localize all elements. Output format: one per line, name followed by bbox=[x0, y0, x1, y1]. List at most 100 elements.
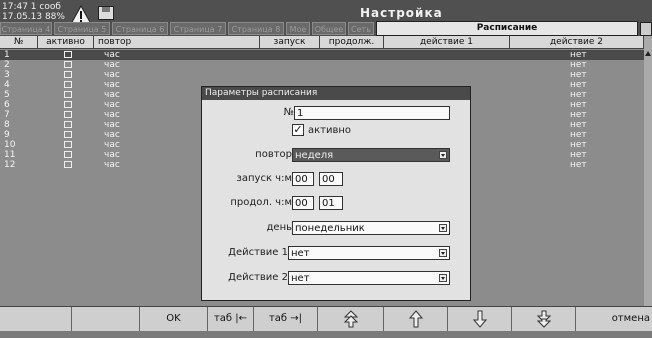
row-active-checkbox[interactable] bbox=[64, 91, 72, 98]
tab-scroll-button[interactable] bbox=[640, 22, 652, 36]
number-field[interactable]: 1 bbox=[294, 106, 450, 120]
row-action2: нет bbox=[570, 50, 587, 60]
row-number: 9 bbox=[4, 130, 10, 140]
tab-page-8[interactable]: Страница 8 bbox=[228, 22, 284, 35]
chevron-down-icon[interactable] bbox=[439, 224, 447, 232]
empty-button-2[interactable] bbox=[72, 307, 140, 331]
row-active-checkbox[interactable] bbox=[64, 51, 72, 58]
row-repeat: час bbox=[104, 120, 120, 130]
action1-label: Действие 1 bbox=[228, 247, 288, 258]
action1-value: нет bbox=[291, 248, 310, 259]
bottom-toolbar: OK таб |← таб →| отмена bbox=[0, 306, 652, 331]
row-active-checkbox[interactable] bbox=[64, 81, 72, 88]
arrow-up-button[interactable] bbox=[384, 307, 448, 331]
start-hours-field[interactable]: 00 bbox=[292, 172, 314, 186]
row-repeat: час bbox=[104, 80, 120, 90]
chevron-down-icon[interactable] bbox=[439, 151, 447, 159]
day-value: понедельник bbox=[295, 223, 365, 234]
double-arrow-down-button[interactable] bbox=[512, 307, 576, 331]
double-arrow-up-button[interactable] bbox=[318, 307, 384, 331]
chevron-down-icon[interactable] bbox=[439, 249, 447, 257]
status-info: 17:47 1 сооб 17.05.13 88% bbox=[2, 2, 65, 22]
row-number: 5 bbox=[4, 90, 10, 100]
row-active-checkbox[interactable] bbox=[64, 161, 72, 168]
tab-my[interactable]: Мое bbox=[286, 22, 310, 35]
number-label: № bbox=[283, 107, 294, 118]
row-number: 10 bbox=[4, 140, 16, 150]
row-repeat: час bbox=[104, 70, 120, 80]
row-action2: нет bbox=[570, 100, 587, 110]
row-action2: нет bbox=[570, 130, 587, 140]
row-action2: нет bbox=[570, 80, 587, 90]
empty-button-1[interactable] bbox=[0, 307, 72, 331]
row-action2: нет bbox=[570, 140, 587, 150]
repeat-select[interactable]: неделя bbox=[292, 148, 450, 162]
tab-page-7[interactable]: Страница 7 bbox=[170, 22, 226, 35]
arrow-down-icon bbox=[472, 310, 487, 328]
duration-minutes-field[interactable]: 01 bbox=[319, 196, 343, 210]
tab-bar: Страница 4 Страница 5 Страница 6 Страниц… bbox=[0, 21, 652, 36]
duration-hours-field[interactable]: 00 bbox=[292, 196, 314, 210]
start-minutes-field[interactable]: 00 bbox=[319, 172, 343, 186]
action2-select[interactable]: нет bbox=[288, 271, 450, 285]
row-action2: нет bbox=[570, 70, 587, 80]
arrow-down-button[interactable] bbox=[448, 307, 512, 331]
active-checkbox[interactable]: ✓ bbox=[292, 124, 304, 136]
cancel-button[interactable]: отмена bbox=[576, 307, 652, 331]
table-row[interactable]: 1 час нет bbox=[0, 50, 644, 60]
row-active-checkbox[interactable] bbox=[64, 151, 72, 158]
start-label: запуск ч:м bbox=[236, 173, 292, 184]
action2-value: нет bbox=[291, 273, 310, 284]
chevron-down-icon[interactable] bbox=[439, 274, 447, 282]
row-active-checkbox[interactable] bbox=[64, 121, 72, 128]
tab-schedule[interactable]: Расписание bbox=[376, 21, 638, 36]
row-number: 4 bbox=[4, 80, 10, 90]
row-repeat: час bbox=[104, 90, 120, 100]
row-action2: нет bbox=[570, 110, 587, 120]
row-active-checkbox[interactable] bbox=[64, 71, 72, 78]
table-row[interactable]: 2 час нет bbox=[0, 60, 644, 70]
col-start: запуск bbox=[260, 36, 320, 49]
double-arrow-up-icon bbox=[343, 310, 358, 328]
row-active-checkbox[interactable] bbox=[64, 111, 72, 118]
row-active-checkbox[interactable] bbox=[64, 101, 72, 108]
row-action2: нет bbox=[570, 90, 587, 100]
active-label: активно bbox=[308, 125, 352, 136]
row-action2: нет bbox=[570, 120, 587, 130]
ok-button[interactable]: OK bbox=[140, 307, 208, 331]
tab-back-button[interactable]: таб |← bbox=[208, 307, 254, 331]
row-active-checkbox[interactable] bbox=[64, 131, 72, 138]
table-row[interactable]: 3 час нет bbox=[0, 70, 644, 80]
col-repeat: повтор bbox=[94, 36, 260, 49]
tab-page-6[interactable]: Страница 6 bbox=[112, 22, 168, 35]
table-scrollbar[interactable] bbox=[644, 36, 652, 306]
day-select[interactable]: понедельник bbox=[292, 221, 450, 235]
row-repeat: час bbox=[104, 150, 120, 160]
action1-select[interactable]: нет bbox=[288, 246, 450, 260]
scroll-up-icon[interactable] bbox=[644, 50, 652, 58]
tab-page-5[interactable]: Страница 5 bbox=[54, 22, 110, 35]
day-label: день bbox=[266, 222, 293, 233]
arrow-up-icon bbox=[408, 310, 423, 328]
tab-general[interactable]: Общее bbox=[312, 22, 346, 35]
row-number: 2 bbox=[4, 60, 10, 70]
row-repeat: час bbox=[104, 50, 120, 60]
row-action2: нет bbox=[570, 60, 587, 70]
tab-page-4[interactable]: Страница 4 bbox=[0, 22, 52, 35]
row-number: 6 bbox=[4, 100, 10, 110]
row-active-checkbox[interactable] bbox=[64, 61, 72, 68]
disk-icon[interactable] bbox=[98, 6, 114, 20]
status-line-time: 17:47 1 сооб bbox=[2, 2, 61, 12]
row-repeat: час bbox=[104, 140, 120, 150]
row-repeat: час bbox=[104, 160, 120, 170]
status-line-date: 17.05.13 88% bbox=[2, 12, 65, 22]
row-repeat: час bbox=[104, 100, 120, 110]
window-title: Настройка bbox=[360, 6, 443, 20]
row-action2: нет bbox=[570, 160, 587, 170]
tab-forward-button[interactable]: таб →| bbox=[254, 307, 318, 331]
tab-network[interactable]: Сеть bbox=[348, 22, 374, 35]
row-active-checkbox[interactable] bbox=[64, 141, 72, 148]
row-number: 11 bbox=[4, 150, 16, 160]
col-duration: продолж. bbox=[320, 36, 384, 49]
col-action1: действие 1 bbox=[384, 36, 510, 49]
